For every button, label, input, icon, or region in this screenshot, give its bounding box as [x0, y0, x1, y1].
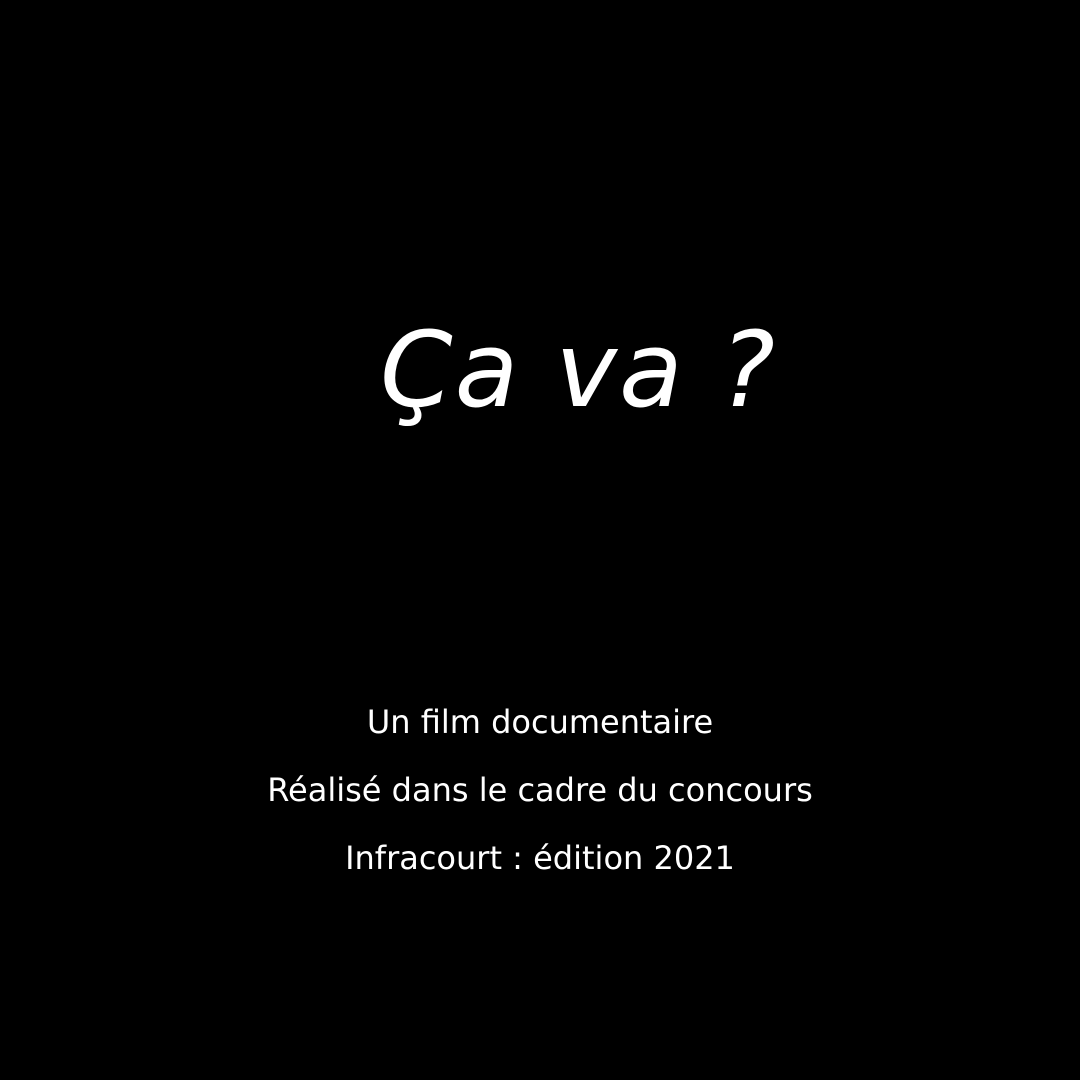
- credit-line-genre: Un film documentaire: [366, 703, 714, 741]
- credit-line-context: Réalisé dans le cadre du concours: [267, 771, 813, 809]
- credits-block: Un film documentaire Réalisé dans le cad…: [0, 688, 1080, 892]
- title-card: Ça va ? Un film documentaire Réalisé dan…: [0, 0, 1080, 1080]
- film-title: Ça va ?: [380, 309, 777, 431]
- credit-line-contest: Infracourt : édition 2021: [345, 839, 735, 877]
